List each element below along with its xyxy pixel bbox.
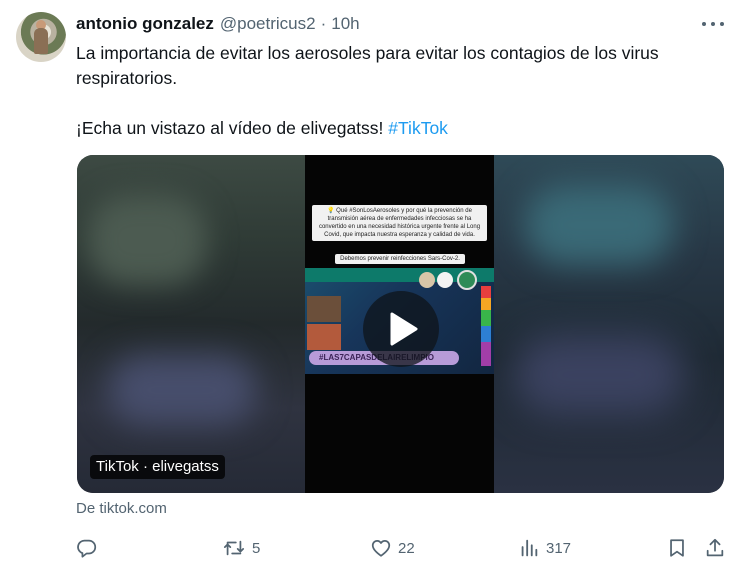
hashtag-link[interactable]: #TikTok (388, 118, 448, 138)
tweet-text-cta: ¡Echa un vistazo al vídeo de elivegatss! (76, 118, 384, 138)
scene-color-bars (481, 286, 491, 366)
avatar-figure (34, 28, 48, 54)
retweet-icon (223, 540, 245, 556)
heart-icon (371, 539, 391, 557)
share-button[interactable] (704, 536, 726, 560)
scene-logo-icon (437, 272, 453, 288)
retweet-count: 5 (252, 539, 261, 557)
tweet-header: antonio gonzalez @poetricus2 · 10h (76, 13, 360, 35)
scene-logo-icon (457, 270, 477, 290)
tweet[interactable]: antonio gonzalez @poetricus2 · 10h La im… (0, 0, 746, 572)
video-caption: 💡 Qué #SonLosAerosoles y por qué la prev… (312, 205, 487, 241)
tweet-time[interactable]: 10h (331, 14, 359, 34)
share-upload-icon (706, 538, 724, 557)
views-bar-chart-icon (521, 539, 538, 557)
media-card[interactable]: 💡 Qué #SonLosAerosoles y por qué la prev… (77, 155, 724, 493)
play-icon (390, 312, 418, 346)
reply-bubble-icon (77, 539, 97, 558)
tweet-text-paragraph: La importancia de evitar los aerosoles p… (76, 43, 659, 88)
bookmark-button[interactable] (666, 536, 688, 560)
tweet-text: La importancia de evitar los aerosoles p… (76, 41, 716, 141)
like-button[interactable]: 22 (370, 536, 415, 560)
scene-person-thumb (307, 324, 341, 350)
author-name[interactable]: antonio gonzalez (76, 14, 214, 34)
more-dots-icon[interactable] (702, 16, 724, 32)
scene-person-thumb (307, 296, 341, 322)
separator-dot: · (320, 14, 327, 33)
action-bar: 5 22 317 (76, 536, 726, 560)
blurred-background-right (494, 155, 724, 493)
views-button[interactable]: 317 (518, 536, 571, 560)
like-count: 22 (398, 539, 415, 557)
reply-button[interactable] (76, 536, 104, 560)
avatar[interactable] (16, 12, 66, 62)
tweet-text-paragraph-2: ¡Echa un vistazo al vídeo de elivegatss!… (76, 116, 716, 141)
retweet-button[interactable]: 5 (222, 536, 260, 560)
scene-logo-icon (419, 272, 435, 288)
card-source-label: TikTok · elivegatss (90, 455, 225, 479)
card-domain[interactable]: De tiktok.com (76, 500, 167, 517)
video-caption-2: Debemos prevenir reinfecciones Sars-Cov-… (335, 254, 465, 264)
play-button[interactable] (363, 291, 439, 367)
blurred-background-left (77, 155, 307, 493)
bookmark-icon (670, 539, 684, 557)
author-handle[interactable]: @poetricus2 (220, 14, 316, 34)
views-count: 317 (546, 539, 572, 557)
